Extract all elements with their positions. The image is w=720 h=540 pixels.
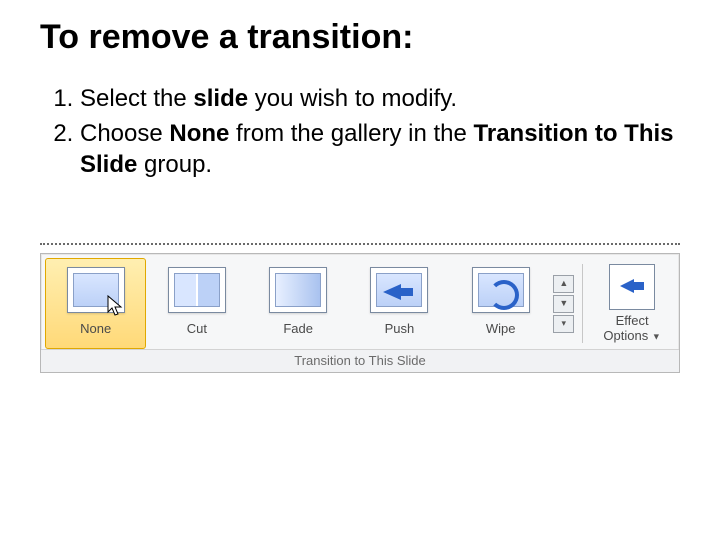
transition-cut[interactable]: Cut (146, 258, 247, 350)
step-2: Choose None from the gallery in the Tran… (80, 118, 680, 180)
text: from the gallery in the (229, 120, 473, 147)
transition-label: Cut (151, 321, 242, 336)
ribbon-screenshot: None Cut Fade Push Wipe (40, 243, 680, 374)
text-bold: slide (193, 85, 248, 112)
transitions-ribbon: None Cut Fade Push Wipe (40, 253, 680, 374)
gallery-expand[interactable]: ▾ (553, 315, 574, 333)
cursor-icon (106, 294, 128, 318)
transition-none[interactable]: None (45, 258, 146, 350)
transition-gallery: None Cut Fade Push Wipe (41, 254, 679, 350)
separator (582, 264, 583, 344)
chevron-down-icon: ▼ (652, 331, 661, 341)
instruction-list: Select the slide you wish to modify. Cho… (40, 83, 680, 181)
gallery-scroll-down[interactable]: ▼ (553, 295, 574, 313)
text: you wish to modify. (248, 85, 457, 112)
thumb-cut (168, 267, 226, 313)
transition-push[interactable]: Push (349, 258, 450, 350)
gallery-scroll: ▲ ▼ ▾ (551, 258, 576, 350)
thumb-push (370, 267, 428, 313)
effect-options-icon (609, 264, 655, 310)
effect-options-button[interactable]: Effect Options ▼ (589, 258, 675, 350)
transition-label: None (50, 321, 141, 336)
effect-options-label: Effect Options ▼ (591, 314, 673, 344)
transition-fade[interactable]: Fade (248, 258, 349, 350)
gallery-scroll-up[interactable]: ▲ (553, 275, 574, 293)
transition-label: Wipe (455, 321, 546, 336)
thumb-none (67, 267, 125, 313)
thumb-fade (269, 267, 327, 313)
text: Select the (80, 85, 193, 112)
thumb-wipe (472, 267, 530, 313)
text: Choose (80, 120, 169, 147)
text-bold: None (169, 120, 229, 147)
step-1: Select the slide you wish to modify. (80, 83, 680, 114)
transition-label: Push (354, 321, 445, 336)
transition-label: Fade (253, 321, 344, 336)
page-title: To remove a transition: (40, 18, 680, 57)
ribbon-group-caption: Transition to This Slide (41, 349, 679, 372)
transition-wipe[interactable]: Wipe (450, 258, 551, 350)
text: group. (137, 151, 212, 178)
